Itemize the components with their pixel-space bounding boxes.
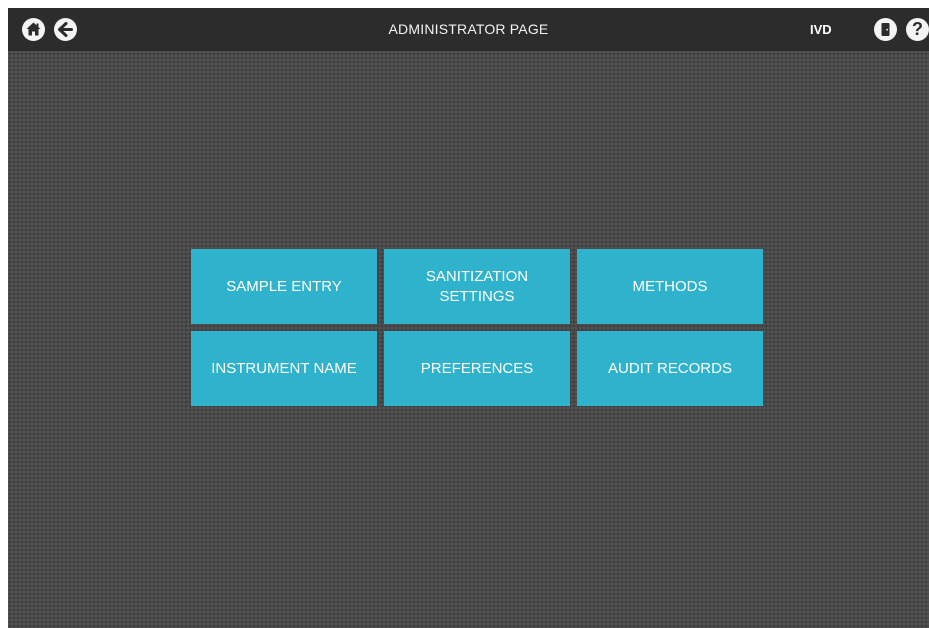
help-button[interactable]: ? [906,18,929,41]
sample-entry-button[interactable]: SAMPLE ENTRY [191,249,377,324]
mode-badge: IVD [810,22,832,37]
tile-label: PREFERENCES [420,359,534,377]
exit-door-icon [881,23,890,36]
instrument-name-button[interactable]: INSTRUMENT NAME [191,331,377,406]
tile-label: SANITIZATION SETTINGS [425,267,529,305]
top-bar: ADMINISTRATOR PAGE IVD ? [8,8,929,51]
page-title: ADMINISTRATOR PAGE [388,21,549,37]
back-arrow-icon [58,22,73,37]
tile-label: METHODS [632,277,708,295]
methods-button[interactable]: METHODS [577,249,763,324]
back-button[interactable] [54,18,77,41]
sanitization-settings-button[interactable]: SANITIZATION SETTINGS [384,249,570,324]
help-icon: ? [912,19,923,39]
home-icon [26,22,41,36]
tile-label: INSTRUMENT NAME [211,359,357,377]
tile-label: AUDIT RECORDS [608,359,732,377]
home-button[interactable] [22,18,45,41]
app-window: ADMINISTRATOR PAGE IVD ? SAMPLE ENTRY SA… [8,8,929,628]
exit-button[interactable] [874,18,897,41]
tile-label: SAMPLE ENTRY [226,277,342,295]
audit-records-button[interactable]: AUDIT RECORDS [577,331,763,406]
preferences-button[interactable]: PREFERENCES [384,331,570,406]
